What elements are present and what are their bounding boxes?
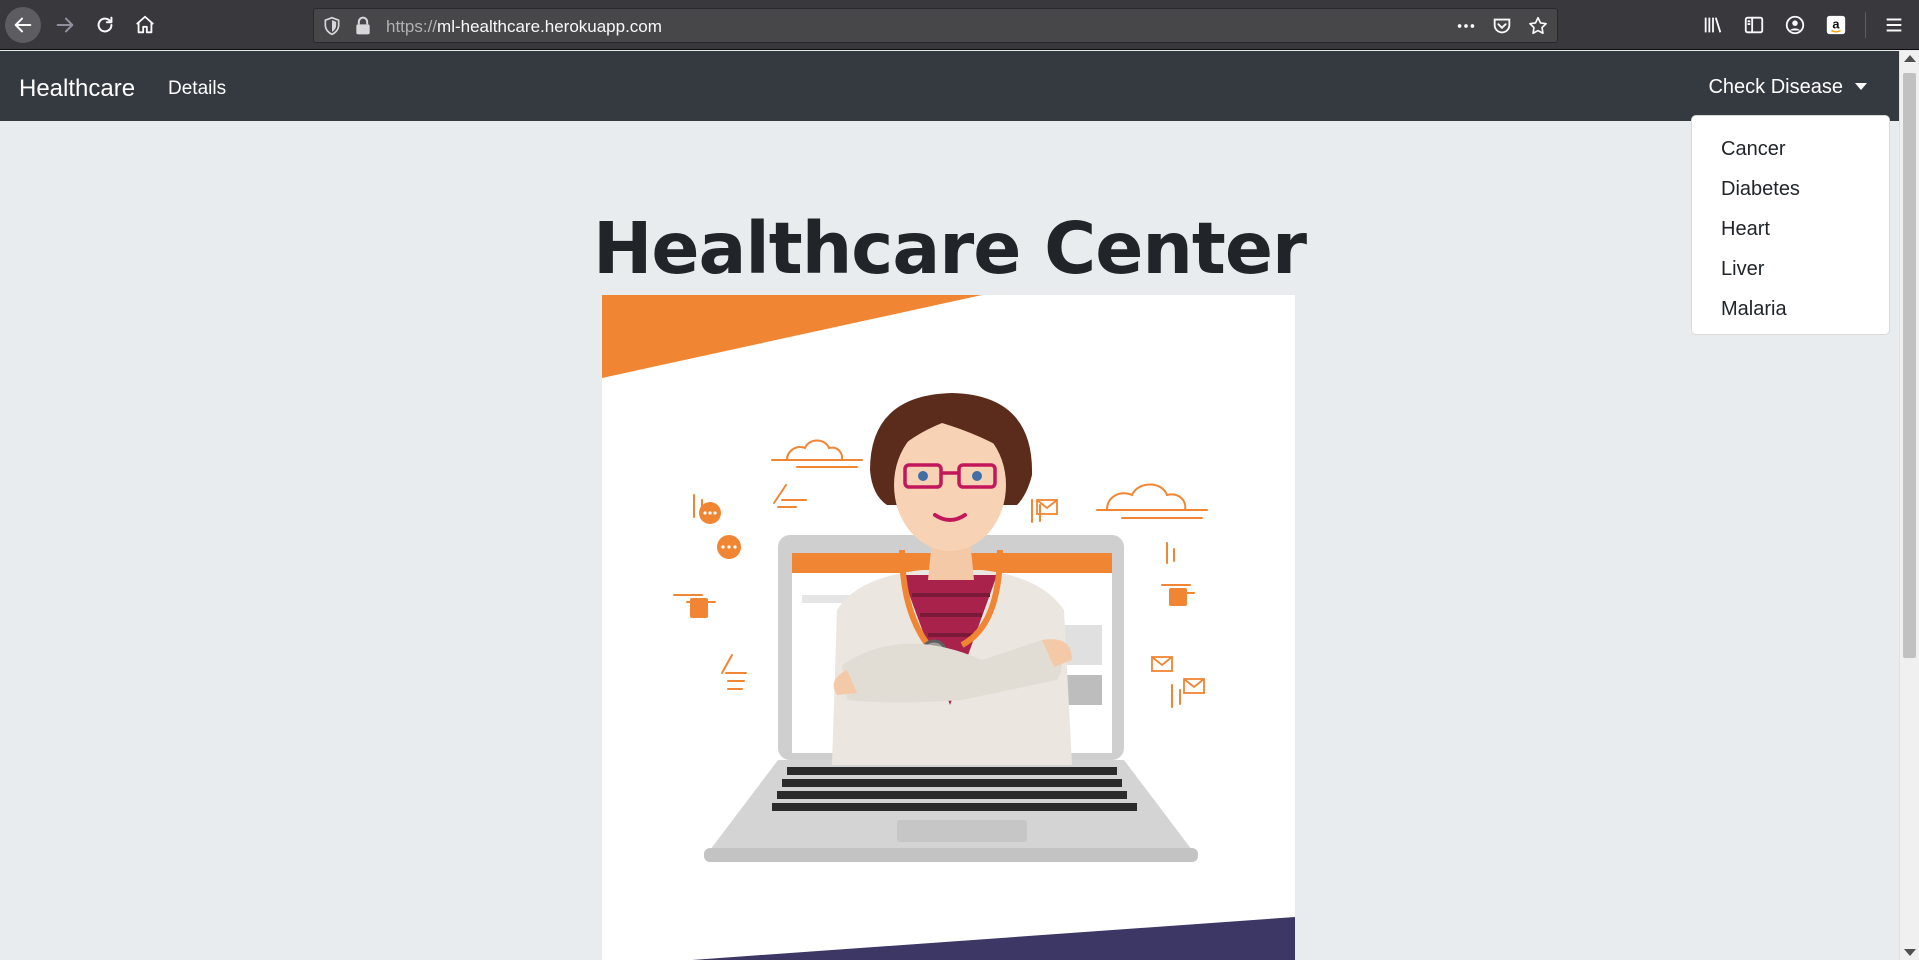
hamburger-menu-icon[interactable]: [1881, 12, 1907, 38]
bookmark-star-icon[interactable]: [1527, 15, 1549, 37]
home-button[interactable]: [127, 7, 163, 43]
forward-button[interactable]: [47, 7, 83, 43]
details-link[interactable]: Details: [168, 78, 226, 100]
dropdown-label: Check Disease: [1708, 76, 1843, 98]
library-icon[interactable]: [1700, 12, 1726, 38]
scroll-thumb[interactable]: [1903, 73, 1916, 658]
url-host: ml-healthcare.herokuapp.com: [437, 17, 662, 36]
forward-arrow-icon: [56, 17, 74, 33]
home-icon: [136, 15, 154, 34]
page-title: Healthcare Center: [592, 207, 1307, 290]
url-text[interactable]: https://ml-healthcare.herokuapp.com: [386, 17, 662, 37]
dropdown-item-diabetes[interactable]: Diabetes: [1692, 170, 1889, 210]
check-disease-dropdown-toggle[interactable]: Check Disease: [1708, 76, 1867, 99]
url-protocol: https://: [386, 17, 438, 36]
tracking-shield-icon[interactable]: [322, 16, 342, 36]
dropdown-item-cancer[interactable]: Cancer: [1692, 130, 1889, 170]
pocket-icon[interactable]: [1491, 15, 1513, 37]
caret-down-icon: [1855, 82, 1867, 90]
doctor-laptop-illustration: [602, 295, 1295, 960]
page-scrollbar[interactable]: [1899, 51, 1919, 960]
reload-icon: [97, 16, 113, 33]
scroll-up-arrow-icon[interactable]: [1904, 55, 1916, 62]
url-bar[interactable]: https://ml-healthcare.herokuapp.com: [313, 8, 1558, 43]
brand-link[interactable]: Healthcare: [19, 75, 135, 103]
more-actions-icon[interactable]: [1455, 15, 1477, 37]
browser-toolbar: https://ml-healthcare.herokuapp.com a: [0, 0, 1919, 50]
back-arrow-icon: [14, 17, 32, 33]
dropdown-item-malaria[interactable]: Malaria: [1692, 290, 1889, 330]
amazon-icon[interactable]: a: [1823, 12, 1849, 38]
svg-text:a: a: [1832, 17, 1840, 32]
account-icon[interactable]: [1782, 12, 1808, 38]
sidebar-icon[interactable]: [1741, 12, 1767, 38]
reload-button[interactable]: [87, 7, 123, 43]
site-navbar: Healthcare Details Check Disease: [0, 51, 1899, 121]
scroll-down-arrow-icon[interactable]: [1904, 949, 1916, 956]
back-button[interactable]: [5, 7, 41, 43]
lock-icon[interactable]: [354, 16, 372, 36]
